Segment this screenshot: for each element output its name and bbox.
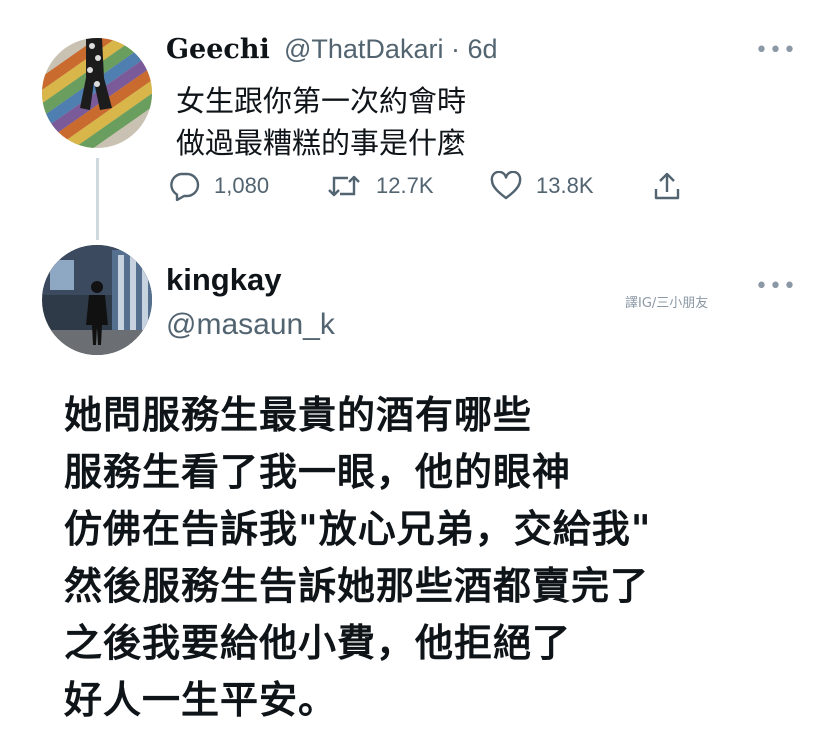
avatar-geechi[interactable]: [42, 38, 152, 148]
tweet-body-line: 之後我要給他小費，他拒絕了: [64, 621, 572, 665]
retweet-icon: [328, 175, 360, 197]
tweet-body-line: 好人一生平安。: [64, 678, 338, 722]
author-name[interactable]: Geechi: [166, 34, 270, 65]
tweet-body-line: 仿佛在告訴我"放心兄弟，交給我": [64, 507, 652, 551]
retweet-button[interactable]: 12.7K: [326, 166, 434, 206]
avatar-geechi-image: [42, 38, 152, 148]
thread-connector-line: [96, 158, 99, 240]
author-handle[interactable]: @ThatDakari: [284, 34, 443, 64]
separator-dot: ·: [450, 34, 460, 64]
share-button[interactable]: [652, 166, 696, 206]
tweet-body-line: 然後服務生告訴她那些酒都賣完了: [64, 564, 650, 608]
like-count: 13.8K: [536, 173, 594, 198]
retweet-count: 12.7K: [376, 173, 434, 198]
like-button[interactable]: 13.8K: [490, 166, 594, 206]
reply-count: 1,080: [214, 173, 270, 198]
avatar-kingkay-image: [42, 245, 152, 355]
tweet-body-line: 她問服務生最貴的酒有哪些: [64, 393, 533, 437]
avatar-kingkay[interactable]: [42, 245, 152, 355]
author-handle[interactable]: @masaun_k: [166, 308, 335, 342]
reply-button[interactable]: 1,080: [168, 166, 269, 206]
more-dots-icon[interactable]: •••: [755, 40, 797, 62]
tweet-text-line: 女生跟你第一次約會時: [176, 84, 467, 118]
tweet-text-line: 做過最糟糕的事是什麼: [176, 126, 467, 160]
more-dots-icon[interactable]: •••: [755, 276, 797, 298]
heart-icon: [490, 171, 522, 200]
tweet-age[interactable]: 6d: [468, 34, 498, 64]
reply-bubble-icon: [170, 172, 200, 201]
author-name[interactable]: kingkay: [166, 262, 281, 298]
translator-watermark: 譯IG/三小朋友: [625, 296, 709, 311]
tweet-body-line: 服務生看了我一眼，他的眼神: [64, 450, 572, 494]
author-handle-and-time[interactable]: @ThatDakari · 6d: [284, 34, 498, 65]
share-icon: [654, 172, 680, 200]
